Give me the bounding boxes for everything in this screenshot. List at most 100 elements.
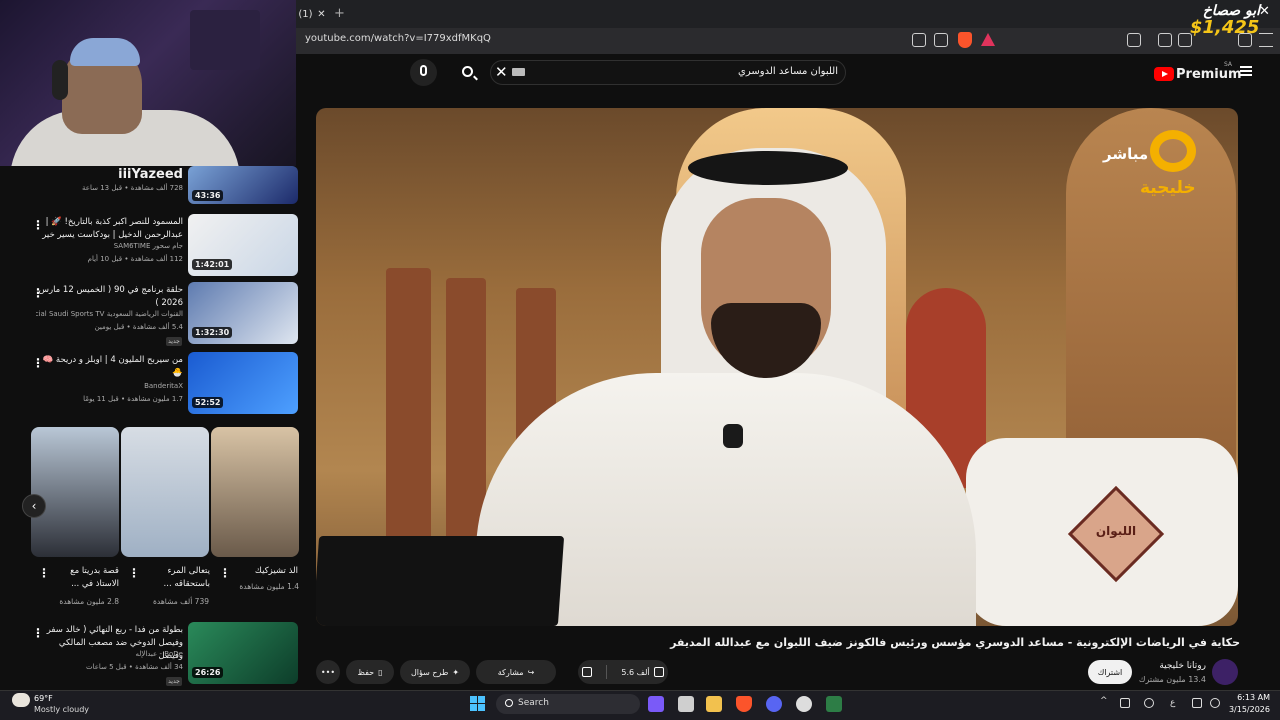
live-label: مباشر bbox=[1103, 145, 1149, 163]
video-thumbnail[interactable]: 1:32:30 bbox=[188, 282, 298, 344]
more-options-icon[interactable]: ⋮ bbox=[32, 286, 44, 300]
headset-icon bbox=[52, 60, 68, 100]
clear-search-icon[interactable]: ✕ bbox=[495, 63, 508, 81]
list-item[interactable]: 1:32:30 حلقة برنامج في 90 ( الخميس 12 ما… bbox=[0, 282, 300, 348]
more-options-icon[interactable]: ⋮ bbox=[128, 566, 140, 580]
new-tab-button[interactable]: + bbox=[334, 6, 345, 21]
discord-icon[interactable] bbox=[766, 696, 782, 712]
video-meta: 112 ألف مشاهدة • قبل 10 أيام bbox=[87, 255, 183, 263]
duration-badge: 52:52 bbox=[192, 397, 224, 408]
more-options-icon[interactable]: ⋮ bbox=[32, 356, 44, 370]
start-button[interactable] bbox=[470, 696, 486, 712]
brave-browser-icon[interactable] bbox=[736, 696, 752, 712]
network-off-icon[interactable] bbox=[1120, 698, 1130, 708]
show-emblem-text: اللبوان bbox=[1095, 524, 1137, 538]
short-title[interactable]: قصة بدريتا مع الاستاذ في ... bbox=[49, 565, 119, 591]
more-options-icon[interactable]: ⋮ bbox=[219, 566, 231, 580]
url-text[interactable]: youtube.com/watch?v=I779xdfMKqQ bbox=[305, 33, 491, 44]
microphone-icon[interactable] bbox=[1144, 698, 1154, 708]
tab-title: (1) bbox=[298, 8, 313, 20]
weather-desc[interactable]: Mostly cloudy bbox=[34, 705, 89, 714]
short-thumbnail[interactable] bbox=[211, 427, 299, 557]
video-thumbnail[interactable]: 43:36 bbox=[188, 166, 298, 204]
lapel-mic bbox=[723, 424, 743, 448]
task-view-icon[interactable] bbox=[678, 696, 694, 712]
taskbar-search-placeholder[interactable]: Search bbox=[518, 698, 549, 708]
screenshot-icon[interactable] bbox=[1127, 33, 1141, 47]
ask-button[interactable]: طرح سؤال ✦ bbox=[400, 660, 470, 684]
share-page-icon[interactable] bbox=[934, 33, 948, 47]
short-thumbnail[interactable] bbox=[31, 427, 119, 557]
like-icon[interactable] bbox=[653, 667, 664, 677]
presenter-agal bbox=[688, 151, 848, 185]
video-thumbnail[interactable]: 26:26 bbox=[188, 622, 298, 684]
save-label: حفظ bbox=[357, 667, 375, 677]
video-meta: 5.4 ألف مشاهدة • قبل يومين bbox=[94, 323, 183, 331]
chevron-left-icon[interactable]: ‹ bbox=[22, 494, 46, 518]
video-title[interactable]: حلقة برنامج في 90 ( الخميس 12 مارس 2026 … bbox=[36, 284, 183, 310]
list-item[interactable]: 1:42:01 المسمود للنصر اكبر كذبة بالتاريخ… bbox=[0, 214, 300, 280]
streamer-webcam bbox=[0, 0, 296, 166]
short-views: 2.8 مليون مشاهدة bbox=[59, 597, 119, 606]
display-icon[interactable] bbox=[1192, 698, 1202, 708]
language-indicator[interactable]: ع bbox=[1170, 698, 1175, 708]
brave-shield-icon[interactable] bbox=[958, 32, 972, 48]
sparkle-icon: ✦ bbox=[452, 667, 460, 677]
short-thumbnail[interactable] bbox=[121, 427, 209, 557]
list-item[interactable]: 52:52 من سيربح المليون 4 | اوبلز و دريحة… bbox=[0, 352, 300, 418]
ask-label: طرح سؤال bbox=[410, 667, 449, 677]
keyboard-icon[interactable] bbox=[512, 68, 525, 76]
clock-time[interactable]: 6:13 AM bbox=[1230, 693, 1270, 702]
microphone-icon bbox=[420, 65, 427, 76]
brave-rewards-icon[interactable] bbox=[981, 33, 995, 46]
youtube-logo[interactable]: Premium bbox=[1154, 64, 1280, 84]
xbox-icon[interactable] bbox=[826, 696, 842, 712]
save-button[interactable]: حفظ ▯ bbox=[346, 660, 394, 684]
cast-icon[interactable] bbox=[912, 33, 926, 47]
channel-name[interactable]: BoDe - عبدالإله bbox=[36, 650, 183, 658]
list-item[interactable]: 43:36 iiiYazeed 728 ألف مشاهدة • قبل 13 … bbox=[0, 166, 300, 206]
duration-badge: 1:42:01 bbox=[192, 259, 233, 270]
more-actions-button[interactable]: ••• bbox=[316, 660, 340, 684]
media-icon[interactable] bbox=[1158, 33, 1172, 47]
obs-icon[interactable] bbox=[796, 696, 812, 712]
search-icon bbox=[462, 66, 473, 77]
short-title[interactable]: الذ تشيزكيك bbox=[228, 565, 298, 578]
more-options-icon[interactable]: ⋮ bbox=[38, 566, 50, 580]
video-title[interactable]: من سيربح المليون 4 | اوبلز و دريحة 🧠🐣 bbox=[36, 354, 183, 380]
more-options-icon[interactable]: ⋮ bbox=[32, 626, 44, 640]
channel-name[interactable]: القنوات الرياضية السعودية Official Saudi… bbox=[36, 310, 183, 318]
browser-tab[interactable]: (1) ✕ bbox=[296, 2, 328, 26]
video-thumbnail[interactable]: 52:52 bbox=[188, 352, 298, 414]
voice-search-button[interactable] bbox=[410, 59, 437, 86]
tab-close-icon[interactable]: ✕ bbox=[317, 9, 325, 20]
file-explorer-icon[interactable] bbox=[706, 696, 722, 712]
more-options-icon[interactable]: ⋮ bbox=[32, 218, 44, 232]
duration-badge: 26:26 bbox=[192, 667, 224, 678]
search-query[interactable]: اللبوان مساعد الدوسري bbox=[700, 66, 838, 77]
video-title: حكاية في الرياضات الإلكترونية - مساعد ال… bbox=[670, 636, 1240, 649]
subscribe-button[interactable]: اشتراك bbox=[1088, 660, 1132, 684]
weather-temp[interactable]: 69°F bbox=[34, 694, 53, 703]
dislike-icon[interactable] bbox=[582, 667, 593, 677]
laptop bbox=[316, 536, 565, 626]
volume-icon[interactable] bbox=[1210, 698, 1220, 708]
list-item[interactable]: 26:26 بطولة من فدا - ربع النهائي ( خالد … bbox=[0, 622, 300, 688]
video-title[interactable]: iiiYazeed bbox=[36, 168, 183, 181]
channel-name[interactable]: BanderitaX bbox=[36, 382, 183, 390]
search-button[interactable] bbox=[452, 60, 486, 85]
channel-name[interactable]: جام سحور SAM6TIME bbox=[36, 242, 183, 250]
search-icon bbox=[505, 699, 513, 707]
short-title[interactable]: يتعالى المرء باستحقاقه ... bbox=[140, 565, 210, 591]
close-icon[interactable]: ✕ bbox=[1259, 4, 1270, 19]
channel-avatar[interactable] bbox=[1212, 659, 1238, 685]
video-title[interactable]: المسمود للنصر اكبر كذبة بالتاريخ! 🚀 | عب… bbox=[36, 216, 183, 242]
background-lightbar bbox=[190, 10, 260, 70]
clock-date[interactable]: 3/15/2026 bbox=[1220, 705, 1270, 714]
copilot-icon[interactable] bbox=[648, 696, 664, 712]
weather-icon[interactable] bbox=[12, 693, 30, 707]
share-button[interactable]: مشاركة ↪ bbox=[476, 660, 556, 684]
chevron-up-icon[interactable]: ^ bbox=[1100, 696, 1110, 706]
video-thumbnail[interactable]: 1:42:01 bbox=[188, 214, 298, 276]
region-code: SA bbox=[1224, 61, 1233, 68]
